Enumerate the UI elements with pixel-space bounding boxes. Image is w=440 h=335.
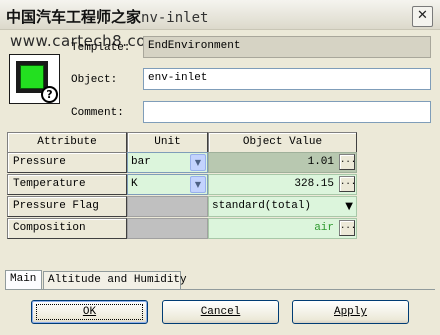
pressure-value-cell[interactable]: 1.01 ... [208, 152, 357, 173]
apply-button[interactable]: Apply [292, 300, 409, 324]
pressure-value: 1.01 [307, 156, 334, 168]
temperature-value-cell[interactable]: 328.15 ... [208, 174, 357, 195]
dialog-window: 中国汽车工程师之家nv-inlet ✕ www.cartech8.com ? T… [0, 0, 440, 335]
pressure-flag-value: standard(total) [212, 200, 312, 212]
object-label: Object: [71, 74, 118, 86]
apply-button-label: Apply [333, 306, 367, 318]
column-header-attribute[interactable]: Attribute [7, 132, 127, 153]
composition-value: air [314, 222, 334, 234]
row-label-pressure-flag: Pressure Flag [7, 196, 127, 217]
title-suffix: nv-inlet [141, 10, 209, 26]
ok-button[interactable]: OK [31, 300, 148, 324]
chevron-down-icon[interactable]: ▼ [190, 176, 206, 193]
temperature-ellipsis-button[interactable]: ... [339, 176, 356, 192]
temperature-unit-select[interactable]: K ▼ [127, 174, 208, 195]
composition-ellipsis-button[interactable]: ... [339, 220, 356, 236]
tab-altitude-humidity[interactable]: Altitude and Humidity [43, 271, 187, 290]
tab-main[interactable]: Main [5, 270, 42, 290]
cancel-button-label: Cancel [200, 306, 241, 318]
title-prefix: 中国汽车工程师之家 [6, 8, 142, 26]
template-field: EndEnvironment [143, 36, 431, 58]
temperature-unit-value: K [131, 178, 138, 190]
comment-label: Comment: [71, 107, 124, 119]
composition-value-cell[interactable]: air ... [208, 218, 357, 239]
row-label-temperature: Temperature [7, 174, 127, 195]
comment-field[interactable] [143, 101, 431, 123]
object-help-icon[interactable]: ? [9, 54, 60, 104]
template-label: Template: [71, 42, 131, 54]
column-header-value[interactable]: Object Value [208, 132, 357, 153]
pressure-ellipsis-button[interactable]: ... [339, 154, 356, 170]
pressure-unit-value: bar [131, 156, 151, 168]
row-label-pressure: Pressure [7, 152, 127, 173]
pressure-flag-select[interactable]: standard(total) ▼ [208, 196, 357, 217]
object-name-field[interactable]: env-inlet [143, 68, 431, 90]
tab-panel-border [5, 289, 435, 290]
column-header-unit[interactable]: Unit [127, 132, 208, 153]
pressure-flag-unit-cell [127, 196, 208, 217]
question-icon: ? [41, 86, 58, 103]
row-label-composition: Composition [7, 218, 127, 239]
window-title: 中国汽车工程师之家nv-inlet [6, 6, 208, 27]
pressure-unit-select[interactable]: bar ▼ [127, 152, 208, 173]
temperature-value: 328.15 [294, 178, 334, 190]
chevron-down-icon[interactable]: ▼ [190, 154, 206, 171]
cancel-button[interactable]: Cancel [162, 300, 279, 324]
close-button[interactable]: ✕ [412, 6, 433, 27]
dropdown-arrow-icon[interactable]: ▼ [345, 197, 353, 216]
title-bar: 中国汽车工程师之家nv-inlet ✕ [0, 0, 440, 30]
composition-unit-cell [127, 218, 208, 239]
